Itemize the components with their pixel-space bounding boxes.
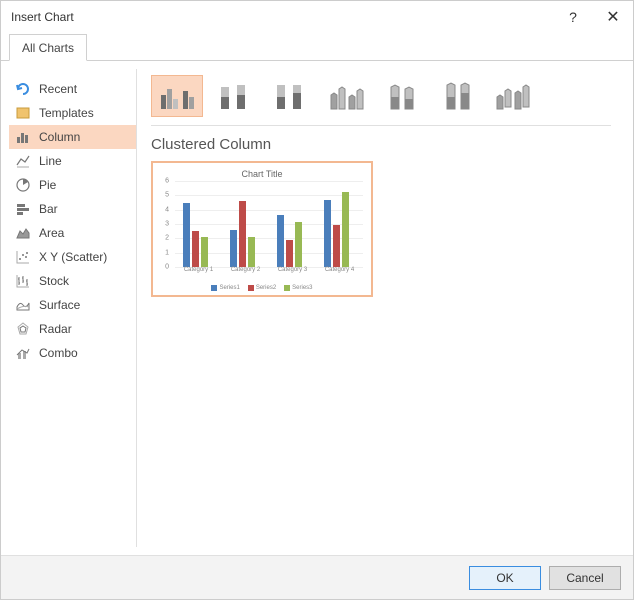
sidebar-item-label: Pie [39, 178, 136, 192]
sidebar-item-label: Line [39, 154, 136, 168]
subtype-3d-column[interactable] [487, 75, 539, 117]
sidebar-item-label: Combo [39, 346, 136, 360]
radar-chart-icon [15, 321, 31, 337]
x-axis: Category 1Category 2Category 3Category 4 [175, 267, 363, 277]
area-chart-icon [15, 225, 31, 241]
pie-chart-icon [15, 177, 31, 193]
sidebar-item-column[interactable]: Column [9, 125, 136, 149]
insert-chart-dialog: Insert Chart ? ✕ All Charts Recent Templ… [0, 0, 634, 600]
sidebar-item-recent[interactable]: Recent [9, 77, 136, 101]
tab-all-charts[interactable]: All Charts [9, 34, 87, 61]
stock-chart-icon [15, 273, 31, 289]
y-axis: 0123456 [153, 181, 171, 267]
sidebar-item-line[interactable]: Line [9, 149, 136, 173]
sidebar-item-label: Templates [39, 106, 136, 120]
column-chart-icon [15, 129, 31, 145]
sidebar-item-label: Column [39, 130, 136, 144]
divider [151, 125, 611, 126]
sidebar-item-label: Stock [39, 274, 136, 288]
sidebar-item-templates[interactable]: Templates [9, 101, 136, 125]
subtype-3d-100-stacked-column[interactable] [431, 75, 483, 117]
ok-button[interactable]: OK [469, 566, 541, 590]
sidebar-item-scatter[interactable]: X Y (Scatter) [9, 245, 136, 269]
subtype-stacked-column[interactable] [207, 75, 259, 117]
dialog-body: Recent Templates Column Line Pie Bar [1, 61, 633, 555]
line-chart-icon [15, 153, 31, 169]
recent-icon [15, 81, 31, 97]
sidebar-item-stock[interactable]: Stock [9, 269, 136, 293]
sidebar-item-label: Recent [39, 82, 136, 96]
chart-title: Chart Title [153, 163, 371, 179]
bar-chart-icon [15, 201, 31, 217]
sidebar-item-label: X Y (Scatter) [39, 250, 136, 264]
subtype-3d-clustered-column[interactable] [319, 75, 371, 117]
subtype-clustered-column[interactable] [151, 75, 203, 117]
sidebar-item-pie[interactable]: Pie [9, 173, 136, 197]
titlebar: Insert Chart ? ✕ [1, 1, 633, 33]
sidebar-item-combo[interactable]: Combo [9, 341, 136, 365]
subtype-title: Clustered Column [151, 136, 611, 153]
subtype-row [151, 75, 611, 117]
plot-area [175, 181, 363, 267]
dialog-title: Insert Chart [11, 10, 553, 24]
templates-icon [15, 105, 31, 121]
help-button[interactable]: ? [553, 1, 593, 33]
sidebar-item-radar[interactable]: Radar [9, 317, 136, 341]
sidebar-item-label: Bar [39, 202, 136, 216]
sidebar-item-label: Surface [39, 298, 136, 312]
scatter-chart-icon [15, 249, 31, 265]
dialog-footer: OK Cancel [1, 555, 633, 599]
main-panel: Clustered Column Chart Title 0123456 Cat… [137, 69, 625, 547]
sidebar-item-bar[interactable]: Bar [9, 197, 136, 221]
legend: Series1Series2Series3 [153, 285, 371, 291]
sidebar-item-label: Radar [39, 322, 136, 336]
chart-preview[interactable]: Chart Title 0123456 Category 1Category 2… [151, 161, 373, 297]
sidebar-item-surface[interactable]: Surface [9, 293, 136, 317]
close-button[interactable]: ✕ [593, 1, 633, 33]
cancel-button[interactable]: Cancel [549, 566, 621, 590]
sidebar-item-area[interactable]: Area [9, 221, 136, 245]
surface-chart-icon [15, 297, 31, 313]
tabstrip: All Charts [1, 33, 633, 61]
subtype-3d-stacked-column[interactable] [375, 75, 427, 117]
chart-type-sidebar: Recent Templates Column Line Pie Bar [9, 69, 137, 547]
combo-chart-icon [15, 345, 31, 361]
subtype-100-stacked-column[interactable] [263, 75, 315, 117]
sidebar-item-label: Area [39, 226, 136, 240]
